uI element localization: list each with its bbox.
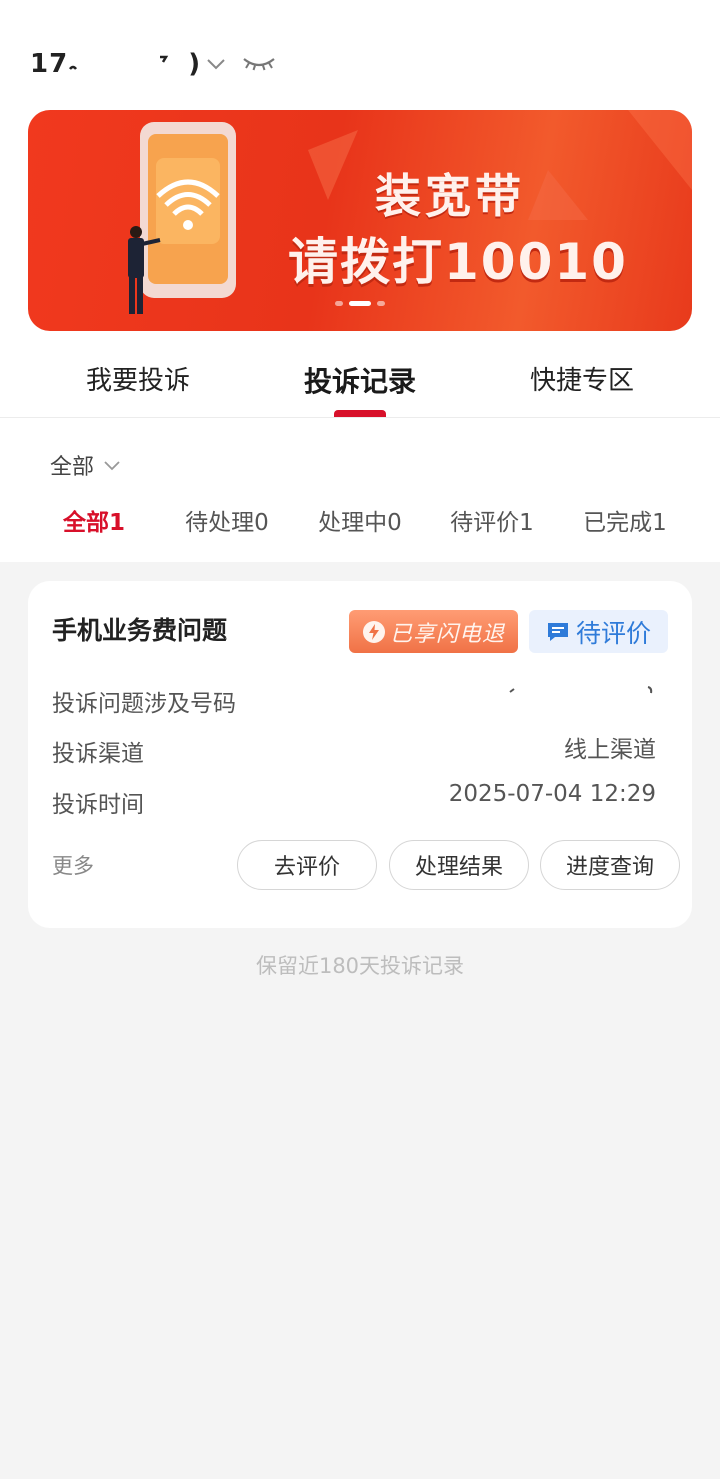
tab-complaint-records[interactable]: 投诉记录	[260, 360, 460, 406]
account-selector[interactable]: 17 )	[30, 44, 277, 84]
field-label-number: 投诉问题涉及号码	[52, 691, 236, 717]
eye-closed-icon[interactable]	[241, 53, 277, 75]
status-tab-processing[interactable]: 处理中0	[295, 503, 425, 537]
banner-subheadline: 请拨打10010	[288, 233, 628, 291]
masked-phone-number	[509, 686, 653, 694]
field-label-channel: 投诉渠道	[52, 741, 144, 767]
status-tab-pending[interactable]: 待处理0	[162, 503, 292, 537]
record-title: 手机业务费问题	[52, 616, 228, 645]
refund-badge: 已享闪电退	[349, 610, 518, 653]
phone-wifi-icon	[140, 122, 236, 298]
field-label-time: 投诉时间	[52, 792, 144, 818]
status-badge-label: 待评价	[575, 618, 651, 648]
account-number-masked	[68, 51, 188, 77]
banner-headline: 装宽带	[375, 169, 525, 223]
chevron-down-icon	[102, 455, 122, 475]
account-number-suffix: )	[188, 49, 202, 79]
progress-query-button[interactable]: 进度查询	[540, 840, 680, 890]
tab-divider	[0, 417, 720, 418]
retention-note: 保留近180天投诉记录	[255, 954, 465, 978]
banner-dot[interactable]	[377, 301, 385, 306]
filter-label: 全部	[50, 455, 95, 480]
rate-button[interactable]: 去评价	[237, 840, 377, 890]
tab-file-complaint[interactable]: 我要投诉	[38, 360, 238, 406]
status-tab-all[interactable]: 全部1	[29, 503, 159, 537]
message-icon	[547, 622, 568, 641]
banner-dot-active[interactable]	[349, 301, 371, 306]
status-tab-to-review[interactable]: 待评价1	[427, 503, 557, 537]
lightning-icon	[362, 620, 385, 643]
filter-dropdown[interactable]: 全部	[50, 448, 122, 482]
more-link[interactable]: 更多	[52, 850, 94, 880]
field-value-channel: 线上渠道	[564, 737, 656, 763]
tab-quick-zone[interactable]: 快捷专区	[482, 360, 682, 406]
banner-dot[interactable]	[335, 301, 343, 306]
account-number-prefix: 17	[30, 49, 69, 79]
complaint-record-card[interactable]: 手机业务费问题 已享闪电退 待评价 投诉问题涉及号码 投诉渠道 线上渠道 投诉时…	[28, 581, 692, 928]
status-tab-completed[interactable]: 已完成1	[560, 503, 690, 537]
refund-badge-label: 已享闪电退	[389, 621, 505, 647]
status-badge: 待评价	[529, 610, 668, 653]
chevron-down-icon[interactable]	[205, 53, 227, 75]
field-value-time: 2025-07-04 12:29	[448, 781, 656, 807]
banner-pagination	[335, 301, 385, 306]
handling-result-button[interactable]: 处理结果	[389, 840, 529, 890]
